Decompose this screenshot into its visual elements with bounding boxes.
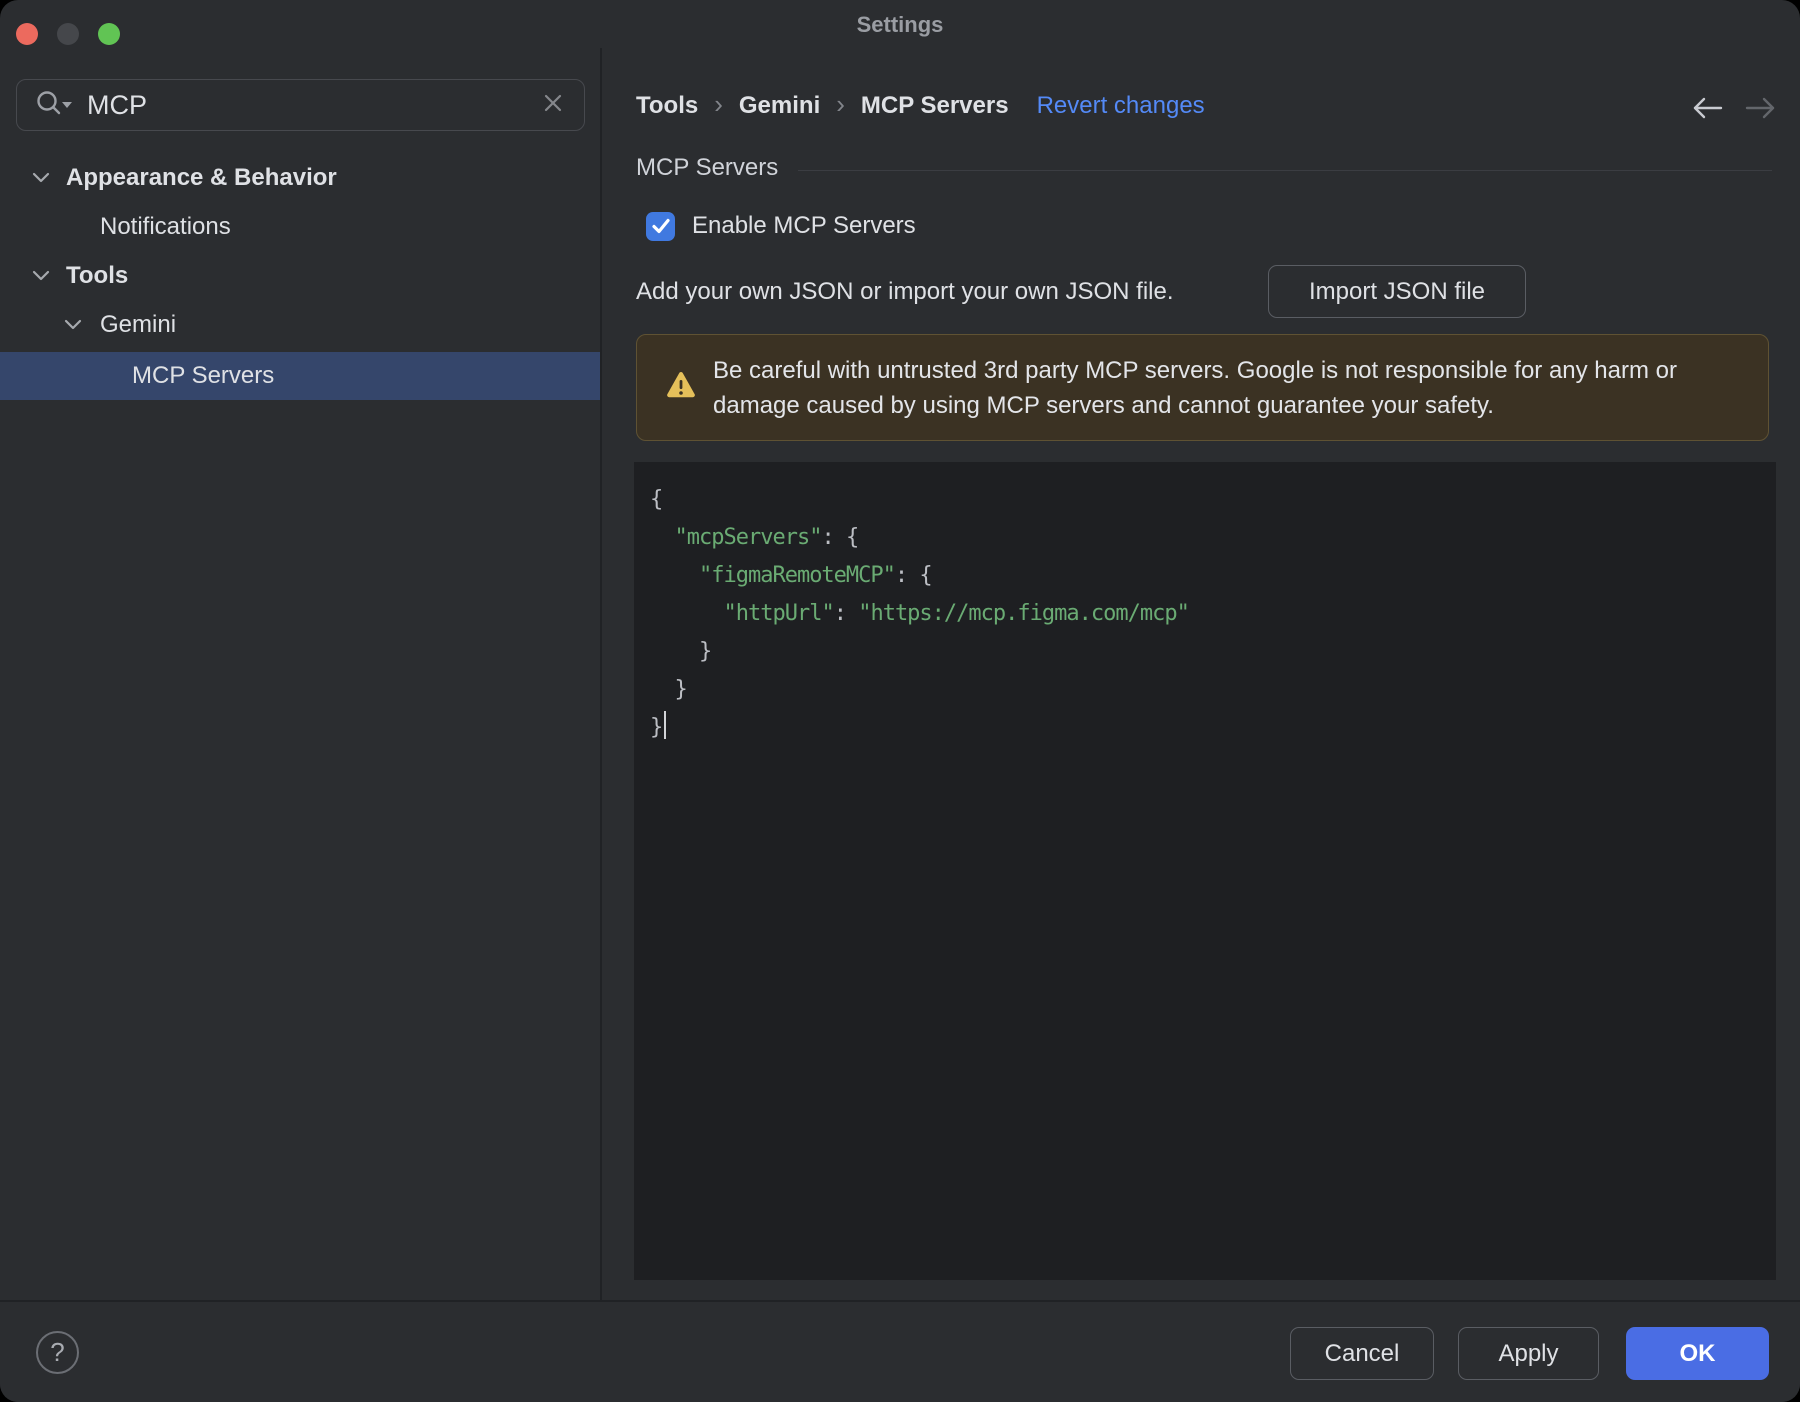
section-divider [798, 169, 1772, 171]
breadcrumb: Tools › Gemini › MCP Servers Revert chan… [636, 86, 1205, 126]
sidebar-item-label: Gemini [100, 310, 177, 338]
section-title: MCP Servers [636, 154, 779, 181]
enable-mcp-servers-row[interactable]: Enable MCP Servers [646, 206, 916, 246]
code-line: { [650, 481, 1760, 519]
mcp-json-editor[interactable]: { "mcpServers": { "figmaRemoteMCP": { "h… [634, 462, 1776, 1280]
warning-banner: Be careful with untrusted 3rd party MCP … [636, 334, 1769, 441]
sidebar-item-label: Appearance & Behavior [66, 163, 337, 191]
code-line: } [650, 709, 1760, 747]
code-token: "https://mcp.figma.com/mcp" [858, 601, 1190, 626]
code-token: : [833, 601, 859, 626]
chevron-down-icon[interactable] [30, 262, 52, 290]
text-caret [664, 711, 667, 739]
clear-search-icon[interactable] [542, 92, 564, 119]
code-token: } [650, 677, 687, 702]
forward-arrow-icon[interactable] [1741, 94, 1781, 122]
sidebar-item-gemini[interactable]: Gemini [0, 300, 600, 349]
ok-button[interactable]: OK [1626, 1327, 1769, 1380]
sidebar-item-label: Notifications [100, 212, 231, 240]
code-token: { [650, 487, 663, 512]
code-line: } [650, 633, 1760, 671]
code-line: "mcpServers": { [650, 519, 1760, 557]
code-token: "httpUrl" [723, 601, 834, 626]
code-token: "figmaRemoteMCP" [698, 563, 896, 588]
add-json-text: Add your own JSON or import your own JSO… [636, 278, 1174, 305]
code-line: "httpUrl": "https://mcp.figma.com/mcp" [650, 595, 1760, 633]
settings-window: Settings Appearance [0, 0, 1800, 1402]
import-json-file-button[interactable]: Import JSON file [1268, 265, 1526, 318]
code-token: : { [894, 563, 933, 588]
breadcrumb-mcp-servers: MCP Servers [860, 92, 1009, 119]
apply-button[interactable]: Apply [1458, 1327, 1599, 1380]
back-arrow-icon[interactable] [1687, 94, 1727, 122]
sidebar-item-mcp-servers-selected[interactable]: MCP Servers [0, 352, 600, 400]
enable-mcp-servers-checkbox[interactable] [646, 211, 675, 241]
code-line: "figmaRemoteMCP": { [650, 557, 1760, 595]
sidebar-item-tools[interactable]: Tools [0, 251, 600, 300]
chevron-down-icon[interactable] [62, 311, 84, 339]
sidebar-item-label: Tools [66, 261, 129, 289]
breadcrumb-separator-icon: › [714, 88, 723, 119]
chevron-down-icon[interactable] [30, 164, 52, 192]
revert-changes-link[interactable]: Revert changes [1037, 92, 1205, 120]
code-token: : { [821, 525, 859, 550]
sidebar-item-label: MCP Servers [132, 362, 275, 389]
warning-triangle-icon [665, 370, 697, 405]
title-bar: Settings [0, 0, 1800, 48]
code-token: } [650, 639, 712, 664]
sidebar-item-appearance-behavior[interactable]: Appearance & Behavior [0, 153, 600, 202]
cancel-button[interactable]: Cancel [1290, 1327, 1434, 1380]
code-line: } [650, 671, 1760, 709]
breadcrumb-tools[interactable]: Tools [636, 92, 698, 120]
settings-content: Tools › Gemini › MCP Servers Revert chan… [601, 48, 1800, 1300]
warning-text: Be careful with untrusted 3rd party MCP … [713, 356, 1677, 419]
code-token: } [650, 715, 663, 740]
dialog-footer: ? Cancel Apply OK [0, 1300, 1800, 1402]
search-icon[interactable] [33, 88, 75, 123]
breadcrumb-gemini[interactable]: Gemini [739, 92, 820, 120]
mcp-servers-section-header: MCP Servers [636, 148, 1772, 188]
sidebar-item-notifications[interactable]: Notifications [0, 202, 600, 251]
settings-search-field[interactable] [16, 79, 585, 131]
settings-sidebar: Appearance & Behavior Notifications Tool… [0, 48, 600, 1300]
breadcrumb-separator-icon: › [836, 88, 845, 119]
search-input[interactable] [87, 89, 542, 121]
code-token: "mcpServers" [674, 525, 823, 550]
help-button[interactable]: ? [36, 1331, 79, 1374]
enable-mcp-servers-label: Enable MCP Servers [692, 212, 916, 239]
window-title: Settings [856, 12, 944, 37]
